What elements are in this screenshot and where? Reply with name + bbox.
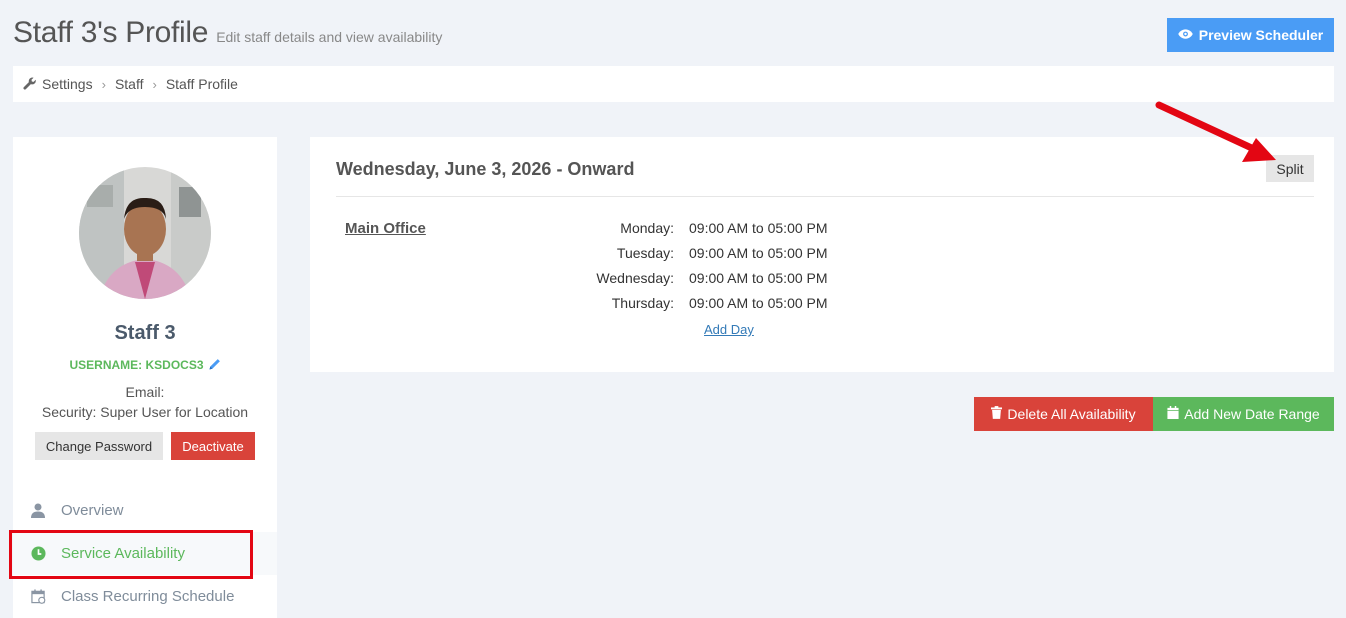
schedule-day: Monday: (620, 220, 674, 236)
page-title: Staff 3's Profile (13, 16, 209, 49)
page-subtitle: Edit staff details and view availability (216, 29, 443, 45)
availability-card: Wednesday, June 3, 2026 - Onward Split M… (310, 137, 1334, 372)
user-icon (30, 503, 46, 519)
avatar (79, 167, 211, 299)
username-label: USERNAME: KSDOCS3 (69, 358, 204, 372)
schedule-time: 09:00 AM to 05:00 PM (689, 270, 828, 286)
schedule-day: Tuesday: (616, 245, 674, 261)
preview-scheduler-button[interactable]: Preview Scheduler (1167, 18, 1334, 52)
schedule-time: 09:00 AM to 05:00 PM (689, 295, 828, 311)
username: USERNAME: KSDOCS3 (13, 358, 277, 374)
delete-all-availability-button[interactable]: Delete All Availability (974, 397, 1153, 431)
calendar-icon (30, 589, 46, 605)
weekly-schedule: Monday: 09:00 AM to 05:00 PM Tuesday: 09… (590, 220, 828, 320)
annotation-highlight-box (9, 530, 253, 579)
add-day-link[interactable]: Add Day (704, 322, 754, 337)
nav-item-overview[interactable]: Overview (13, 489, 277, 532)
nav-item-class-recurring-schedule[interactable]: Class Recurring Schedule (13, 575, 277, 618)
delete-all-availability-label: Delete All Availability (1007, 406, 1136, 422)
breadcrumb-staff-profile: Staff Profile (165, 76, 238, 92)
nav-item-label: Overview (61, 502, 124, 519)
add-new-date-range-button[interactable]: Add New Date Range (1153, 397, 1334, 431)
trash-icon (991, 406, 1003, 422)
schedule-row: Monday: 09:00 AM to 05:00 PM (590, 220, 828, 245)
schedule-day: Wednesday: (596, 270, 674, 286)
eye-icon (1178, 27, 1193, 43)
schedule-row: Tuesday: 09:00 AM to 05:00 PM (590, 245, 828, 270)
chevron-right-icon: › (152, 76, 157, 92)
wrench-icon (23, 77, 37, 91)
security-line: Security: Super User for Location (41, 404, 249, 420)
divider (336, 196, 1314, 197)
breadcrumb-settings[interactable]: Settings (42, 76, 93, 92)
staff-name: Staff 3 (114, 322, 176, 344)
schedule-row: Thursday: 09:00 AM to 05:00 PM (590, 295, 828, 320)
page-header: Staff 3's Profile Edit staff details and… (13, 16, 442, 50)
deactivate-button[interactable]: Deactivate (171, 432, 255, 460)
nav-item-label: Class Recurring Schedule (61, 588, 235, 605)
annotation-arrow (1155, 101, 1276, 162)
pencil-icon[interactable] (208, 358, 221, 374)
preview-scheduler-label: Preview Scheduler (1198, 27, 1324, 43)
email-line: Email: (125, 384, 165, 400)
schedule-time: 09:00 AM to 05:00 PM (689, 245, 828, 261)
change-password-button[interactable]: Change Password (35, 432, 163, 460)
breadcrumb-staff[interactable]: Staff (115, 76, 144, 92)
schedule-row: Wednesday: 09:00 AM to 05:00 PM (590, 270, 828, 295)
calendar-icon (1167, 406, 1179, 422)
availability-date-range-title: Wednesday, June 3, 2026 - Onward (336, 159, 635, 179)
chevron-right-icon: › (101, 76, 106, 92)
schedule-time: 09:00 AM to 05:00 PM (689, 220, 828, 236)
schedule-day: Thursday: (611, 295, 674, 311)
breadcrumb: Settings › Staff › Staff Profile (13, 66, 1334, 102)
location-link[interactable]: Main Office (345, 220, 426, 237)
add-new-date-range-label: Add New Date Range (1184, 406, 1320, 422)
